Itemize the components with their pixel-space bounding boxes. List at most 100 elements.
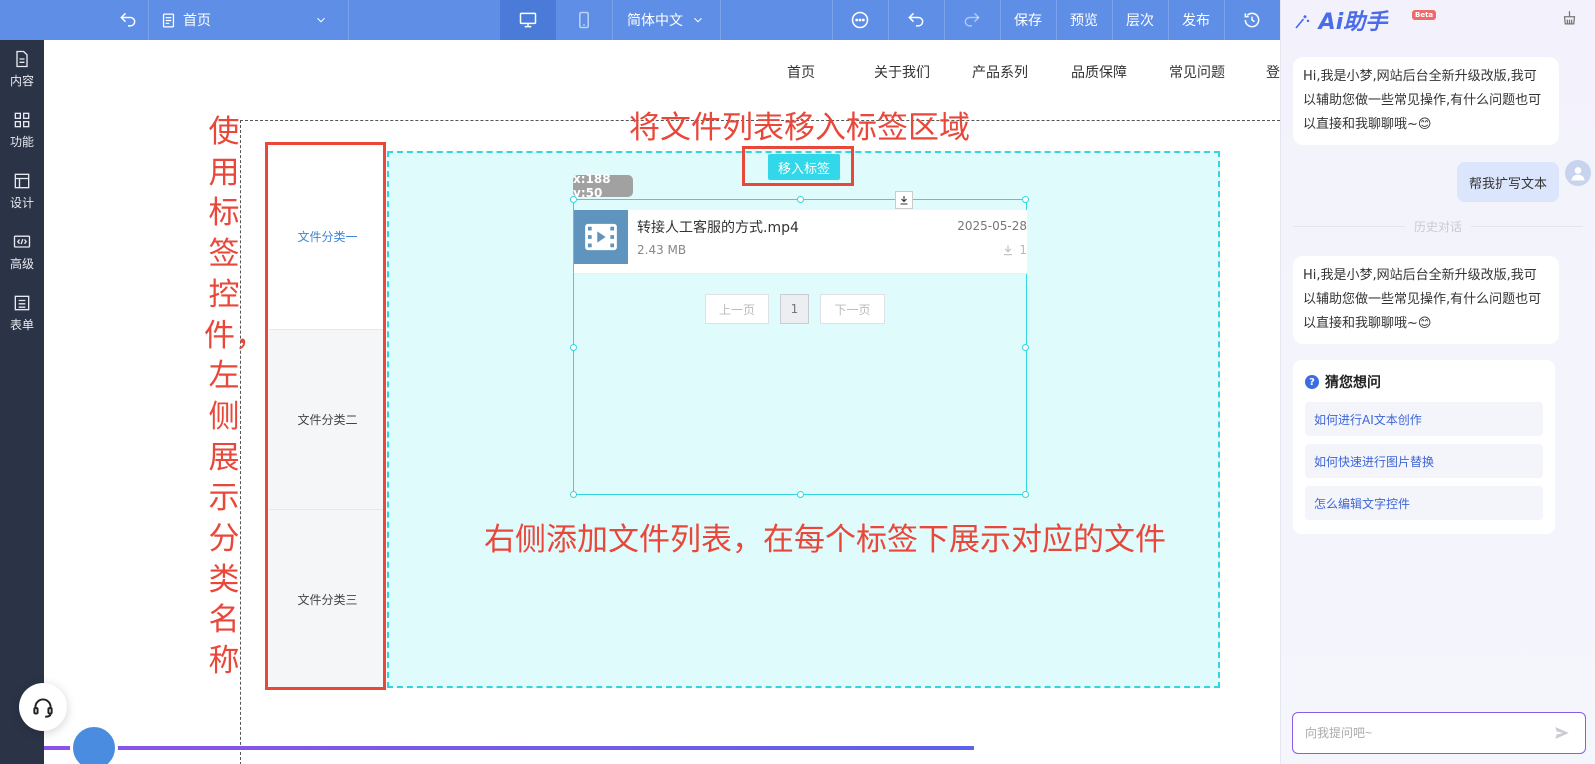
bottom-gradient-bar xyxy=(44,746,974,750)
resize-handle[interactable] xyxy=(1022,196,1029,203)
sidebar-item-advanced[interactable]: 高级 xyxy=(0,225,44,279)
more-button[interactable] xyxy=(832,0,888,40)
suggestion-item[interactable]: 怎么编辑文字控件 xyxy=(1305,486,1543,520)
user-avatar xyxy=(1565,160,1591,186)
annotation-right: 右侧添加文件列表，在每个标签下展示对应的文件 xyxy=(484,522,1166,558)
site-nav-about[interactable]: 关于我们 xyxy=(874,62,930,82)
form-icon xyxy=(14,295,30,311)
redo-icon xyxy=(964,12,980,27)
undo-icon xyxy=(908,12,924,27)
download-toggle-button[interactable] xyxy=(895,191,913,209)
file-date: 2025-05-28 xyxy=(957,219,1027,233)
back-button[interactable] xyxy=(108,0,148,40)
resize-handle[interactable] xyxy=(570,491,577,498)
file-name[interactable]: 转接人工客服的方式.mp4 xyxy=(637,217,799,237)
desktop-icon xyxy=(519,12,537,28)
history-button[interactable] xyxy=(1224,0,1280,40)
ai-question-input[interactable] xyxy=(1305,723,1545,743)
more-dots-icon xyxy=(851,11,869,29)
preview-button[interactable]: 预览 xyxy=(1056,0,1112,40)
mobile-view-button[interactable] xyxy=(556,0,612,40)
sidebar-item-label: 设计 xyxy=(9,196,34,210)
sidebar-item-label: 功能 xyxy=(9,135,34,149)
assistant-message: Hi,我是小梦,网站后台全新升级改版,我可以辅助您做一些常见操作,有什么问题也可… xyxy=(1293,57,1559,145)
assistant-bot-bubble[interactable] xyxy=(70,724,118,764)
user-icon xyxy=(1571,167,1585,181)
highlight-box-tabs xyxy=(265,142,386,690)
language-select[interactable]: 简体中文 xyxy=(612,0,720,40)
clear-chat-button[interactable] xyxy=(1549,0,1589,34)
ai-chat-input xyxy=(1292,712,1586,754)
history-clock-icon xyxy=(1244,12,1260,28)
save-button[interactable]: 保存 xyxy=(1000,0,1056,40)
sparkle-icon xyxy=(1295,15,1310,29)
annotation-top: 将文件列表移入标签区域 xyxy=(629,110,970,146)
code-icon xyxy=(13,235,31,248)
language-label: 简体中文 xyxy=(627,13,683,29)
resize-handle[interactable] xyxy=(1022,491,1029,498)
site-nav-quality[interactable]: 品质保障 xyxy=(1071,62,1127,82)
resize-handle[interactable] xyxy=(570,344,577,351)
broom-icon xyxy=(1563,10,1575,25)
file-download[interactable]: 1 xyxy=(1001,243,1027,257)
site-nav-products[interactable]: 产品系列 xyxy=(972,62,1028,82)
layers-button[interactable]: 层次 xyxy=(1112,0,1168,40)
pager-page-button[interactable]: 1 xyxy=(780,294,809,324)
sidebar-item-label: 内容 xyxy=(9,74,34,88)
annotation-left: 使用标签控件，左侧展示分类名称 xyxy=(204,114,266,680)
resize-handle[interactable] xyxy=(797,491,804,498)
suggestion-item[interactable]: 如何进行AI文本创作 xyxy=(1305,402,1543,436)
video-file-thumbnail xyxy=(574,210,628,264)
undo-arrow-icon xyxy=(120,12,136,27)
page-select[interactable]: 首页 xyxy=(160,0,340,40)
document-icon xyxy=(16,50,28,68)
site-nav-login[interactable]: 登 xyxy=(1266,62,1280,82)
file-size: 2.43 MB xyxy=(637,243,687,257)
layout-icon xyxy=(14,173,30,189)
customer-support-button[interactable] xyxy=(19,683,67,731)
site-nav-home[interactable]: 首页 xyxy=(787,62,815,82)
pager-prev-button[interactable]: 上一页 xyxy=(705,294,769,324)
redo-button[interactable] xyxy=(944,0,1000,40)
resize-handle[interactable] xyxy=(1022,344,1029,351)
ai-assistant-logo: Ai助手 Beta xyxy=(1293,4,1437,36)
ai-assistant-title: Ai助手 xyxy=(1318,10,1388,35)
chevron-down-icon xyxy=(317,17,325,23)
sidebar-item-functions[interactable]: 功能 xyxy=(0,103,44,157)
mobile-icon xyxy=(579,11,589,29)
suggested-questions: ? 猜您想问 如何进行AI文本创作 如何快速进行图片替换 怎么编辑文字控件 xyxy=(1293,360,1555,534)
ai-assistant-panel: Ai助手 Beta Hi,我是小梦,网站后台全新升级改版,我可以辅助您做一些常见… xyxy=(1280,0,1595,764)
pager-next-button[interactable]: 下一页 xyxy=(820,294,885,324)
download-icon xyxy=(900,196,908,205)
headset-icon xyxy=(33,698,53,718)
undo-button[interactable] xyxy=(888,0,944,40)
question-icon: ? xyxy=(1305,375,1319,389)
suggestion-item[interactable]: 如何快速进行图片替换 xyxy=(1305,444,1543,478)
suggested-title: ? 猜您想问 xyxy=(1305,372,1381,392)
left-sidebar: 内容 功能 设计 高级 表单 xyxy=(0,40,44,764)
sidebar-item-label: 表单 xyxy=(9,318,34,332)
resize-handle[interactable] xyxy=(797,196,804,203)
grid-icon xyxy=(14,112,30,128)
history-divider: 历史对话 xyxy=(1293,218,1583,235)
page-icon xyxy=(162,12,175,28)
beta-badge: Beta xyxy=(1412,10,1437,20)
assistant-message: Hi,我是小梦,网站后台全新升级改版,我可以辅助您做一些常见操作,有什么问题也可… xyxy=(1293,256,1559,344)
sidebar-item-label: 高级 xyxy=(9,257,34,271)
editor-canvas: 首页 关于我们 产品系列 品质保障 常见问题 登 将文件列表移入标签区域 使用标… xyxy=(44,40,1280,764)
resize-handle[interactable] xyxy=(570,196,577,203)
desktop-view-button[interactable] xyxy=(500,0,556,40)
publish-button[interactable]: 发布 xyxy=(1168,0,1224,40)
sidebar-item-forms[interactable]: 表单 xyxy=(0,286,44,340)
site-nav-faq[interactable]: 常见问题 xyxy=(1169,62,1225,82)
chevron-down-icon xyxy=(694,17,702,23)
suggested-title-label: 猜您想问 xyxy=(1325,375,1381,391)
move-into-tab-button[interactable]: 移入标签 xyxy=(768,154,840,180)
send-icon[interactable] xyxy=(1553,724,1571,742)
download-icon xyxy=(1004,245,1013,256)
sidebar-item-content[interactable]: 内容 xyxy=(0,42,44,96)
top-toolbar: 首页 简体中文 保存 预览 层次 发布 xyxy=(0,0,1280,40)
sidebar-item-design[interactable]: 设计 xyxy=(0,164,44,218)
user-message: 帮我扩写文本 xyxy=(1457,162,1559,202)
file-list-item[interactable]: 转接人工客服的方式.mp4 2.43 MB 2025-05-28 1 xyxy=(574,210,1027,274)
